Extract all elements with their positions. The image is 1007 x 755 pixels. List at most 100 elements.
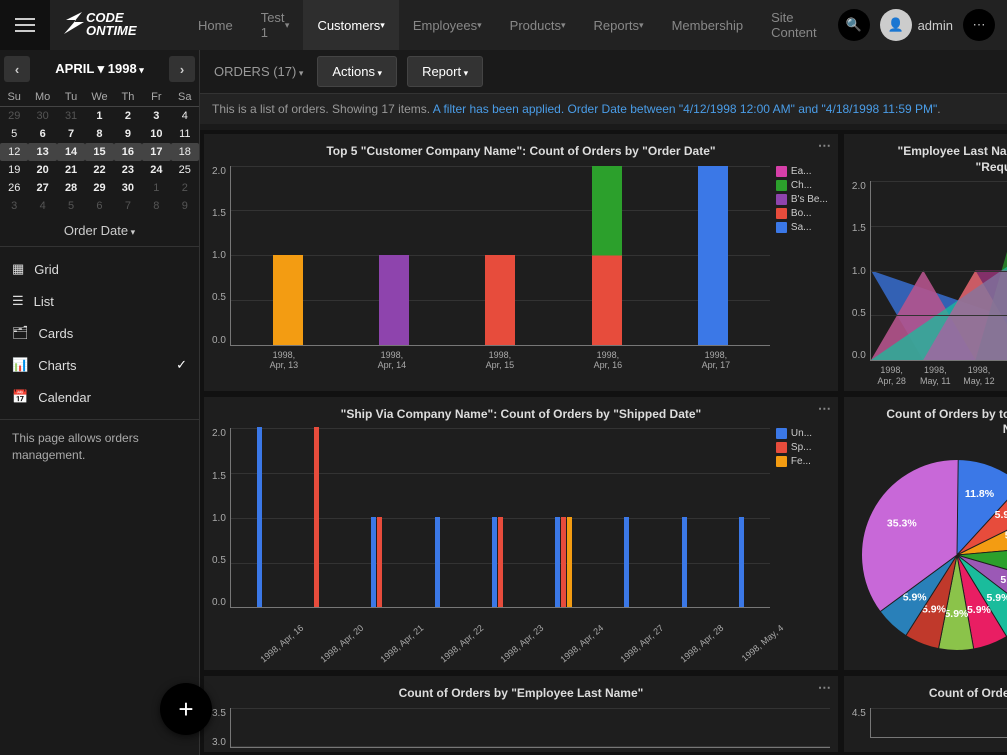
search-button[interactable]: 🔍 <box>838 9 870 41</box>
calendar-day[interactable]: 23 <box>114 161 142 179</box>
calendar-day[interactable]: 24 <box>142 161 170 179</box>
calendar-day[interactable]: 1 <box>142 179 170 197</box>
calendar-day[interactable]: 6 <box>28 125 56 143</box>
calendar-day[interactable]: 4 <box>28 197 56 215</box>
calendar-day[interactable]: 11 <box>171 125 199 143</box>
bar[interactable] <box>377 517 382 607</box>
calendar-day[interactable]: 3 <box>142 107 170 125</box>
legend-item[interactable]: Bo... <box>776 208 830 219</box>
bar[interactable] <box>682 517 687 607</box>
actions-button[interactable]: Actions <box>317 56 397 87</box>
calendar-day[interactable]: 5 <box>0 125 28 143</box>
nav-item-site-content[interactable]: Site Content <box>757 0 837 50</box>
calendar-day[interactable]: 8 <box>142 197 170 215</box>
legend-item[interactable]: Sp... <box>776 442 830 453</box>
calendar-day[interactable]: 17 <box>142 143 170 161</box>
calendar-day[interactable]: 22 <box>85 161 113 179</box>
calendar-day[interactable]: 30 <box>28 107 56 125</box>
filter-link[interactable]: A filter has been applied. Order Date be… <box>433 102 938 116</box>
calendar-day[interactable]: 12 <box>0 143 28 161</box>
calendar-day[interactable]: 18 <box>171 143 199 161</box>
view-label: List <box>34 294 54 309</box>
bar[interactable] <box>371 517 376 607</box>
calendar-day[interactable]: 5 <box>57 197 85 215</box>
bar[interactable] <box>492 517 497 607</box>
bar[interactable] <box>379 255 409 345</box>
bar[interactable] <box>485 255 515 345</box>
calendar-day[interactable]: 2 <box>171 179 199 197</box>
bar[interactable] <box>698 166 728 345</box>
calendar-day[interactable]: 6 <box>85 197 113 215</box>
nav-item-membership[interactable]: Membership <box>658 0 758 50</box>
calendar-day[interactable]: 21 <box>57 161 85 179</box>
legend-item[interactable]: Un... <box>776 428 830 439</box>
bar[interactable] <box>592 166 622 345</box>
y-axis: 2.01.51.00.50.0 <box>212 428 230 608</box>
view-item-cards[interactable]: 🗂Cards <box>0 317 199 349</box>
bar[interactable] <box>498 517 503 607</box>
chart-menu-button[interactable]: ⋯ <box>818 680 832 696</box>
calendar-day[interactable]: 29 <box>85 179 113 197</box>
nav-item-products[interactable]: Products <box>496 0 580 50</box>
calendar-day[interactable]: 10 <box>142 125 170 143</box>
view-item-charts[interactable]: 📊Charts✓ <box>0 349 199 381</box>
bar[interactable] <box>435 517 440 607</box>
legend-item[interactable]: B's Be... <box>776 194 830 205</box>
calendar-day[interactable]: 13 <box>28 143 56 161</box>
legend-item[interactable]: Ea... <box>776 166 830 177</box>
view-item-calendar[interactable]: 📅Calendar <box>0 381 199 413</box>
bar[interactable] <box>257 427 262 607</box>
calendar-day[interactable]: 2 <box>114 107 142 125</box>
calendar-day[interactable]: 4 <box>171 107 199 125</box>
chart-menu-button[interactable]: ⋯ <box>818 138 832 154</box>
calendar-day[interactable]: 8 <box>85 125 113 143</box>
more-button[interactable]: ⋯ <box>963 9 995 41</box>
calendar-day[interactable]: 9 <box>171 197 199 215</box>
calendar-day[interactable]: 7 <box>57 125 85 143</box>
calendar-day[interactable]: 20 <box>28 161 56 179</box>
calendar-next-button[interactable]: › <box>169 56 195 82</box>
view-item-list[interactable]: ☰List <box>0 285 199 317</box>
legend-item[interactable]: Ch... <box>776 180 830 191</box>
record-count-dropdown[interactable]: ORDERS (17) <box>210 56 307 87</box>
calendar-day[interactable]: 16 <box>114 143 142 161</box>
calendar-day[interactable]: 9 <box>114 125 142 143</box>
calendar-day[interactable]: 29 <box>0 107 28 125</box>
calendar-day[interactable]: 19 <box>0 161 28 179</box>
hamburger-menu-button[interactable] <box>0 0 50 50</box>
fab-add-button[interactable]: + <box>160 683 212 735</box>
calendar-day[interactable]: 27 <box>28 179 56 197</box>
nav-item-home[interactable]: Home <box>184 0 247 50</box>
calendar-day[interactable]: 28 <box>57 179 85 197</box>
view-item-grid[interactable]: ▦Grid <box>0 253 199 285</box>
calendar-title[interactable]: APRIL ▾ 1998 <box>55 61 143 77</box>
nav-item-employees[interactable]: Employees <box>399 0 496 50</box>
calendar-prev-button[interactable]: ‹ <box>4 56 30 82</box>
calendar-day[interactable]: 1 <box>85 107 113 125</box>
bar[interactable] <box>567 517 572 607</box>
calendar-day[interactable]: 30 <box>114 179 142 197</box>
legend-item[interactable]: Sa... <box>776 222 830 233</box>
calendar-day[interactable]: 7 <box>114 197 142 215</box>
nav-item-test-1[interactable]: Test 1 <box>247 0 304 50</box>
bar[interactable] <box>555 517 560 607</box>
chart-menu-button[interactable]: ⋯ <box>818 401 832 417</box>
nav-item-customers[interactable]: Customers <box>303 0 398 50</box>
report-button[interactable]: Report <box>407 56 483 87</box>
calendar-filter-field[interactable]: Order Date <box>0 215 199 247</box>
bar[interactable] <box>273 255 303 345</box>
calendar-day[interactable]: 26 <box>0 179 28 197</box>
calendar-day[interactable]: 25 <box>171 161 199 179</box>
nav-item-reports[interactable]: Reports <box>580 0 658 50</box>
calendar-day[interactable]: 31 <box>57 107 85 125</box>
user-menu[interactable]: 👤 admin <box>880 9 953 41</box>
calendar-day[interactable]: 3 <box>0 197 28 215</box>
chart-legend: Un... Sp... Fe... <box>770 428 830 646</box>
bar[interactable] <box>739 517 744 607</box>
bar[interactable] <box>314 427 319 607</box>
calendar-day[interactable]: 14 <box>57 143 85 161</box>
bar[interactable] <box>624 517 629 607</box>
calendar-day[interactable]: 15 <box>85 143 113 161</box>
legend-item[interactable]: Fe... <box>776 456 830 467</box>
bar[interactable] <box>561 517 566 607</box>
